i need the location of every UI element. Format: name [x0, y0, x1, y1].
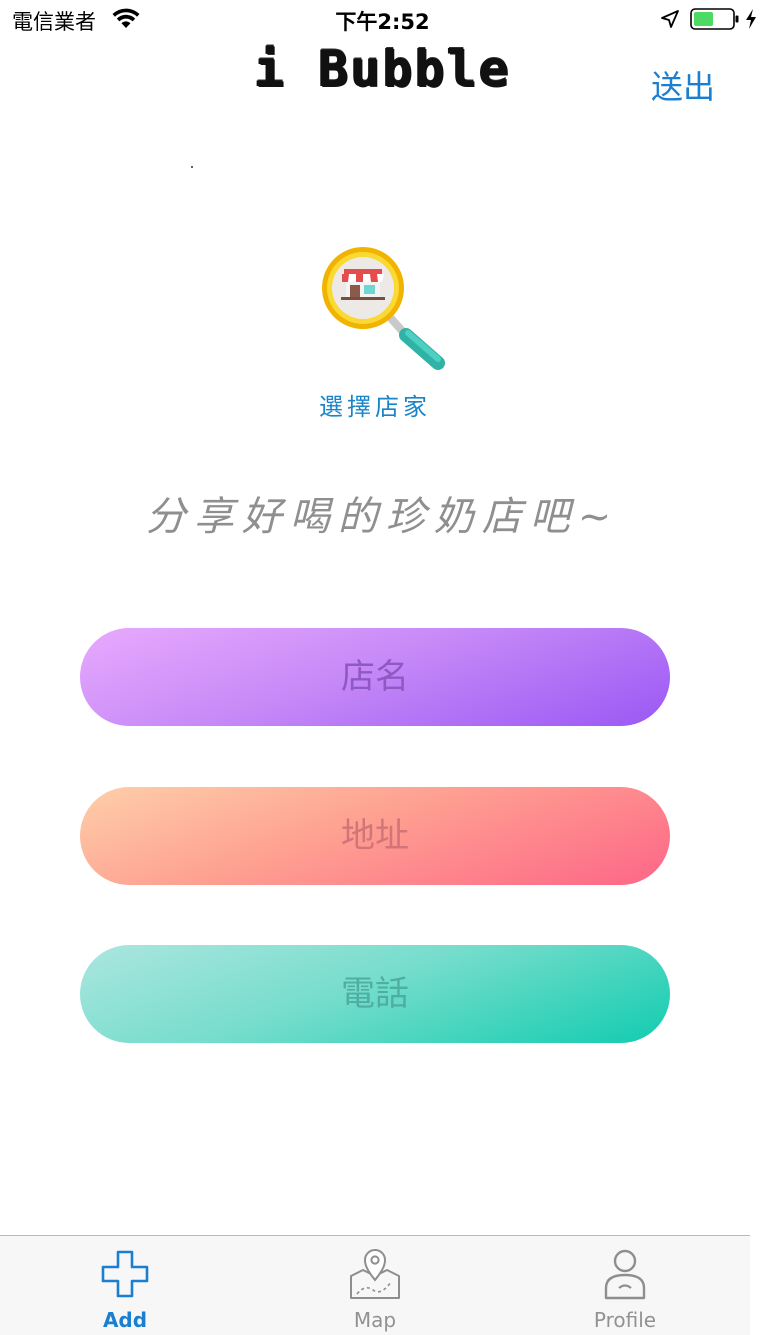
slogan-text: 分享好喝的珍奶店吧~	[145, 494, 620, 540]
tab-map[interactable]: Map	[250, 1236, 500, 1335]
choose-store-label: 選擇店家	[319, 393, 431, 421]
tab-add[interactable]: Add	[0, 1236, 250, 1335]
charging-bolt-icon	[746, 9, 756, 29]
person-icon	[604, 1249, 646, 1300]
map-pin-icon	[350, 1249, 400, 1299]
send-button[interactable]: 送出	[651, 62, 715, 108]
battery-icon	[690, 8, 739, 30]
tab-profile-label: Profile	[593, 1308, 657, 1332]
status-time: 下午2:52	[335, 10, 430, 34]
tab-add-label: Add	[102, 1308, 148, 1332]
status-bar: 電信業者 下午2:52	[0, 0, 765, 40]
location-arrow-icon	[661, 10, 679, 28]
stray-dot	[191, 166, 193, 168]
choose-store-button[interactable]: 選擇店家	[300, 235, 465, 425]
tab-map-label: Map	[353, 1308, 397, 1332]
plus-icon	[101, 1250, 149, 1298]
tab-bar: Add Map Profile	[0, 1235, 750, 1335]
phone-input[interactable]	[80, 945, 670, 1043]
tab-profile[interactable]: Profile	[500, 1236, 750, 1335]
store-name-input[interactable]	[80, 628, 670, 726]
store-search-icon	[322, 247, 445, 370]
address-input[interactable]	[80, 787, 670, 885]
